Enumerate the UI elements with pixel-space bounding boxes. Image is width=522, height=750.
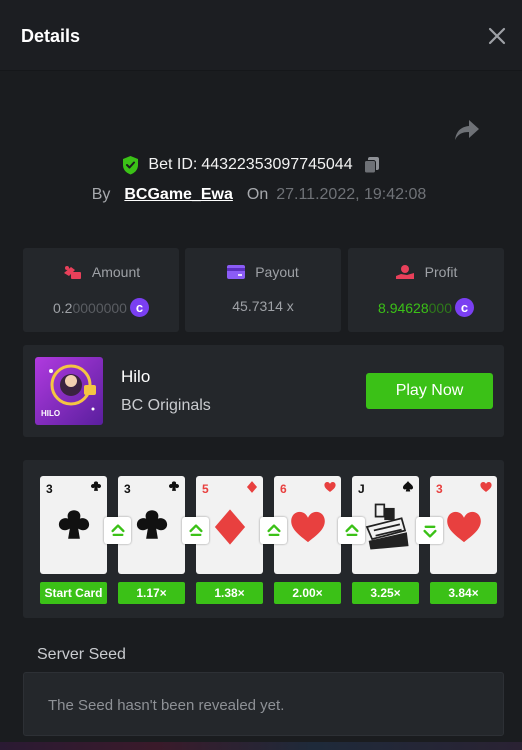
server-seed-box: The Seed hasn't been revealed yet. (23, 672, 504, 736)
payout-value: 45.7314 x (232, 298, 294, 314)
clubs-suit-large-icon (58, 510, 89, 539)
prediction-up-badge (182, 517, 209, 544)
arrow-up-icon (344, 523, 359, 536)
diamonds-suit-icon (246, 481, 258, 493)
card-history: 3 Start Card 3 1.17× 5 1.38× 6 2.00× J 3.25× 3 3.84… (23, 460, 504, 618)
amount-stat: Amount 0.2 0000000 c (23, 248, 179, 332)
background-strip (0, 742, 522, 750)
on-label: On (246, 186, 269, 203)
prediction-up-badge (338, 517, 365, 544)
card-rank: 3 (46, 482, 53, 496)
amount-value-dim: 0000000 (72, 299, 127, 316)
close-icon[interactable] (484, 23, 510, 49)
play-now-button[interactable]: Play Now (366, 373, 493, 409)
game-name: Hilo (121, 367, 151, 386)
profit-label: Profit (424, 264, 458, 280)
arrow-down-icon (422, 525, 437, 538)
hearts-suit-icon (480, 481, 492, 493)
hearts-suit-large-icon (446, 511, 481, 543)
clubs-suit-icon (90, 481, 102, 491)
card-rank: 5 (202, 482, 209, 496)
card-rank: 3 (436, 482, 443, 496)
card-multiplier: 3.25× (352, 582, 419, 604)
bcd-coin-icon: c (454, 298, 474, 317)
profit-value: 8.94628 (378, 299, 429, 316)
hearts-suit-icon (324, 481, 336, 493)
spades-suit-icon (402, 480, 414, 492)
amount-icon (63, 266, 81, 279)
card-multiplier: 1.38× (196, 582, 263, 604)
arrow-up-icon (110, 523, 125, 536)
share-icon[interactable] (453, 118, 481, 142)
payout-icon (227, 265, 246, 279)
game-info-card: HILO Hilo BC Originals Play Now (23, 345, 504, 437)
bcd-coin-icon: c (129, 298, 149, 317)
server-seed-message: The Seed hasn't been revealed yet. (48, 697, 285, 714)
profit-stat: Profit 8.94628 000 c (348, 248, 504, 332)
payout-stat: Payout 45.7314 x (185, 248, 341, 332)
playing-card: 3 (40, 476, 107, 574)
bet-date: 27.11.2022, 19:42:08 (276, 186, 427, 203)
copy-icon[interactable] (363, 156, 381, 174)
card-rank: 6 (280, 482, 287, 496)
bet-id-row: Bet ID: 44322353097745044 (0, 153, 522, 177)
thumb-label: HILO (41, 409, 61, 418)
amount-value: 0.2 (53, 299, 73, 316)
bet-author-row: By BCGame_Ewa On 27.11.2022, 19:42:08 (0, 184, 522, 206)
prediction-up-badge (104, 517, 131, 544)
prediction-down-badge (416, 517, 443, 544)
payout-label: Payout (255, 264, 299, 280)
card-multiplier: 3.84× (430, 582, 497, 604)
profit-value-dim: 000 (428, 299, 452, 316)
hearts-suit-large-icon (290, 511, 325, 543)
card-rank: J (358, 482, 365, 496)
jack-face-icon (365, 503, 409, 550)
header-title: Details (21, 26, 81, 46)
diamonds-suit-large-icon (214, 509, 245, 545)
arrow-up-icon (266, 523, 281, 536)
hilo-game-thumbnail[interactable]: HILO (35, 357, 103, 425)
profit-icon (395, 265, 414, 279)
username-link[interactable]: BCGame_Ewa (124, 186, 233, 204)
card-multiplier: Start Card (40, 582, 107, 604)
amount-label: Amount (91, 264, 141, 280)
card-rank: 3 (124, 482, 131, 496)
server-seed-title: Server Seed (37, 646, 126, 663)
prediction-up-badge (260, 517, 287, 544)
game-provider: BC Originals (121, 397, 211, 414)
card-multiplier: 2.00× (274, 582, 341, 604)
details-header: Details (0, 0, 522, 71)
bet-id-value: 44322353097745044 (201, 156, 353, 173)
clubs-suit-large-icon (136, 510, 167, 539)
verified-shield-icon (123, 156, 139, 175)
card-multiplier: 1.17× (118, 582, 185, 604)
arrow-up-icon (188, 523, 203, 536)
by-label: By (91, 186, 111, 203)
clubs-suit-icon (168, 481, 180, 491)
bet-id-label: Bet ID: (148, 156, 198, 173)
